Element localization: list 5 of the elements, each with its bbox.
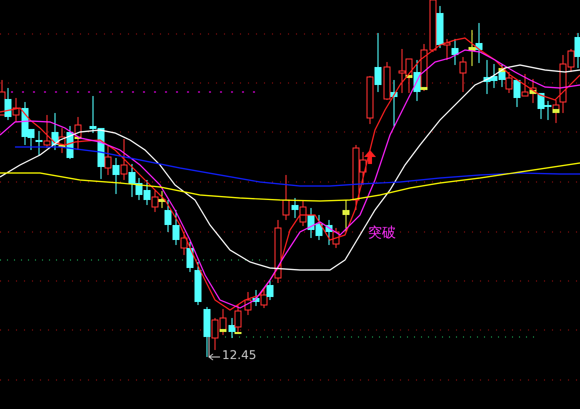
signal-label: 突破 <box>368 226 396 240</box>
low-price-label: 12.45 <box>222 349 256 361</box>
leader-line <box>208 336 220 360</box>
candlestick <box>342 200 350 234</box>
up-arrow-icon <box>364 150 376 164</box>
